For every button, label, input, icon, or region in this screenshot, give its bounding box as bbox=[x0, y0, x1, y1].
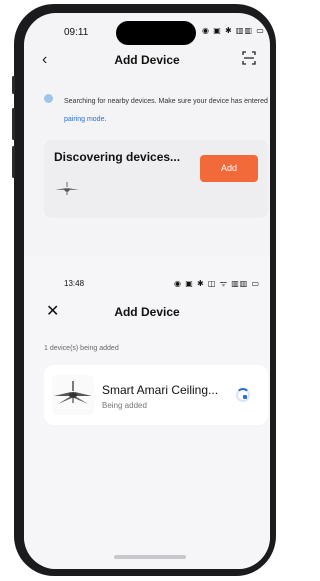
home-indicator[interactable] bbox=[114, 555, 186, 559]
devices-count-label: 1 device(s) being added bbox=[44, 345, 119, 352]
page-title-top: Add Device bbox=[114, 53, 180, 67]
phone-side-button bbox=[12, 76, 15, 94]
device-card[interactable]: Smart Amari Ceiling... Being added bbox=[44, 365, 268, 425]
top-nav-bar: ‹ Add Device bbox=[24, 49, 270, 75]
discovering-card: Discovering devices... Add bbox=[44, 140, 268, 218]
device-status: Being added bbox=[102, 401, 147, 410]
ceiling-fan-icon bbox=[54, 381, 92, 404]
phone-volume-down bbox=[12, 146, 15, 178]
search-message-suffix: . bbox=[104, 116, 107, 123]
system-status-icons-bottom: ◉ ▣ ✱ ◫ ᯤ ▥▥ ▭ bbox=[174, 279, 261, 288]
search-message-text: Searching for nearby devices. Make sure … bbox=[64, 98, 268, 105]
status-time-top: 09:11 bbox=[64, 27, 89, 38]
phone-volume-up bbox=[12, 108, 15, 140]
phone-screen: 09:11 ◉ ▣ ✱ ▥▥ ▭ ‹ Add Device Searching … bbox=[24, 13, 270, 569]
loading-spinner-icon bbox=[236, 388, 250, 402]
dynamic-island bbox=[116, 21, 196, 45]
add-button[interactable]: Add bbox=[200, 155, 258, 182]
ceiling-fan-icon bbox=[55, 182, 79, 195]
device-thumbnail bbox=[52, 375, 94, 415]
status-bar-top: 09:11 ◉ ▣ ✱ ▥▥ ▭ bbox=[24, 13, 270, 47]
spinner-center-dot bbox=[243, 395, 247, 399]
scan-icon[interactable] bbox=[242, 51, 256, 65]
moon-icon bbox=[44, 94, 53, 103]
discovering-title: Discovering devices... bbox=[54, 150, 181, 164]
search-message: Searching for nearby devices. Make sure … bbox=[64, 93, 269, 129]
system-status-icons-top: ◉ ▣ ✱ ▥▥ ▭ bbox=[202, 26, 265, 35]
device-name: Smart Amari Ceiling... bbox=[102, 383, 219, 397]
pairing-mode-link[interactable]: pairing mode bbox=[64, 116, 104, 123]
status-time-bottom: 13:48 bbox=[64, 279, 85, 288]
add-device-sheet: 13:48 ◉ ▣ ✱ ◫ ᯤ ▥▥ ▭ ✕ Add Device 1 devi… bbox=[24, 257, 270, 569]
page-title-bottom: Add Device bbox=[114, 305, 180, 319]
